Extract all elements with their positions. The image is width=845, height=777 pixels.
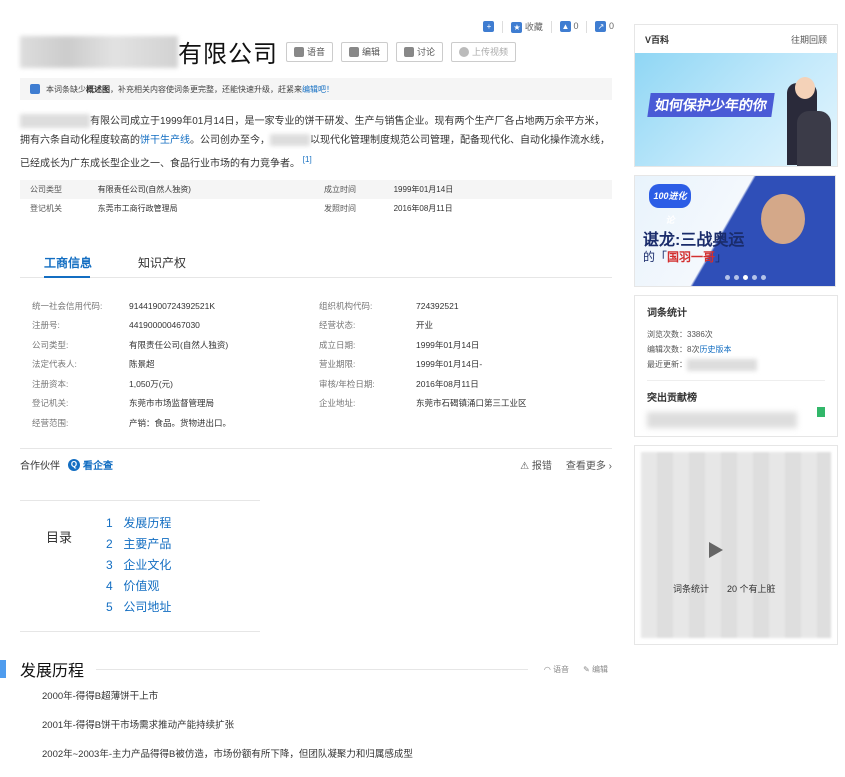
divider bbox=[96, 668, 528, 670]
divider bbox=[586, 20, 588, 33]
collect-button[interactable]: ★ 收藏 bbox=[511, 20, 543, 33]
table-row: 登记机关: 东莞市市场监督管理局 企业地址: 东莞市石碣镇涌口第三工业区 bbox=[32, 398, 527, 409]
history-item: 2002年~2003年-主力产品得得B被仿造，市场份额有所下降，但团队凝聚力和归… bbox=[42, 749, 413, 760]
view-more-link[interactable]: 查看更多 › bbox=[566, 457, 612, 472]
tab-intellectual-property[interactable]: 知识产权 bbox=[138, 254, 186, 271]
headphone-icon bbox=[294, 46, 304, 57]
contrib-title: 突出贡献榜 bbox=[647, 393, 697, 404]
history-item: 2000年-得得B超薄饼干上市 bbox=[42, 691, 159, 702]
play-icon bbox=[709, 542, 723, 558]
biscuit-line-link[interactable]: 饼干生产线 bbox=[140, 135, 190, 146]
like-button[interactable]: ▲ 0 bbox=[559, 21, 578, 32]
qichacha-link[interactable]: Q 看企查 bbox=[68, 457, 113, 472]
table-row: 统一社会信用代码: 91441900724392521K 组织机构代码: 724392… bbox=[32, 300, 459, 311]
redacted-company-name bbox=[20, 35, 178, 68]
basic-info-row: 登记机关 东莞市工商行政管理局 发照时间 2016年08月11日 bbox=[30, 204, 453, 213]
basic-info-table: 公司类型 有限责任公司(自然人独资) 成立时间 1999年01月14日 登记机关 东莞… bbox=[20, 180, 612, 218]
redacted-text bbox=[687, 358, 757, 371]
section-title: 发展历程 bbox=[20, 663, 85, 680]
report-error-button[interactable]: ⚠ 报错 bbox=[520, 457, 552, 472]
carousel-dots[interactable] bbox=[725, 275, 766, 280]
toc-item[interactable]: 5 公司地址 bbox=[106, 597, 171, 618]
history-list: 2000年-得得B超薄饼干上市 2001年-得得B饼干市场需求推动产能持续扩张 … bbox=[42, 690, 413, 777]
summary-paragraph: 有限公司成立于1999年01月14日，是一家专业的饼干研发、生产与销售企业。现有… bbox=[20, 114, 610, 170]
plus-icon[interactable]: + bbox=[483, 21, 495, 32]
edit-notice-icon bbox=[30, 84, 40, 94]
stats-title: 词条统计 bbox=[647, 308, 687, 319]
title-row: 有限公司 语音 编辑 讨论 上传视频 bbox=[20, 34, 517, 69]
table-row: 注册号: 441900000467030 经营状态: 开业 bbox=[32, 320, 434, 331]
sidebar: V百科 往期回顾 如何保护少年的你 100进化论 谌龙:三战奥运 的「国羽一哥」… bbox=[634, 24, 838, 645]
info-tabs: 工商信息 知识产权 bbox=[20, 244, 612, 278]
person-figure bbox=[797, 111, 831, 166]
toc-item[interactable]: 3 企业文化 bbox=[106, 555, 171, 576]
table-row: 经营范围: 产销：食品。货物进出口。 bbox=[32, 417, 232, 428]
table-of-contents: 目录 1 发展历程 2 主要产品 3 企业文化 4 价值观 5 公司地址 bbox=[20, 500, 260, 632]
main-content: + ★ 收藏 ▲ 0 ↗ 0 有限公司 语音 编辑 讨论 上传视频 本词条缺少概… bbox=[0, 0, 620, 776]
table-row: 法定代表人: 陈景超 营业期限: 1999年01月14日- bbox=[32, 359, 483, 370]
vbaike-title: V百科 bbox=[645, 34, 670, 45]
share-button[interactable]: ↗ 0 bbox=[595, 21, 614, 32]
video-banner-1[interactable]: 如何保护少年的你 bbox=[635, 53, 837, 166]
divider bbox=[502, 20, 504, 33]
toc-items: 1 发展历程 2 主要产品 3 企业文化 4 价值观 5 公司地址 bbox=[106, 513, 171, 618]
pencil-icon bbox=[349, 46, 360, 57]
section-edit-button[interactable]: ✎ 编辑 bbox=[583, 664, 608, 675]
redacted-text bbox=[647, 412, 797, 428]
album-card[interactable]: 词条统计 20 个有上脏 bbox=[634, 445, 838, 645]
table-row: 公司类型: 有限责任公司(自然人独资) 成立日期: 1999年01月14日 bbox=[32, 339, 480, 350]
star-icon: ★ bbox=[511, 22, 523, 33]
edit-button[interactable]: 编辑 bbox=[341, 41, 389, 62]
chat-icon bbox=[404, 46, 415, 57]
contrib-badge-icon bbox=[817, 407, 825, 417]
active-tab-indicator bbox=[44, 276, 90, 278]
discuss-button[interactable]: 讨论 bbox=[396, 41, 444, 62]
reference-link[interactable]: [1] bbox=[303, 155, 312, 164]
partner-bar: 合作伙伴 Q 看企查 ⚠ 报错 查看更多 › bbox=[20, 448, 612, 480]
person-face bbox=[795, 77, 815, 99]
history-item: 2001年-得得B饼干市场需求推动产能持续扩张 bbox=[42, 720, 235, 731]
thumb-up-icon: ▲ bbox=[559, 21, 571, 32]
page-title: 有限公司 bbox=[178, 41, 278, 68]
toc-item[interactable]: 2 主要产品 bbox=[106, 534, 171, 555]
basic-info-row: 公司类型 有限责任公司(自然人独资) 成立时间 1999年01月14日 bbox=[20, 180, 612, 199]
toc-item[interactable]: 4 价值观 bbox=[106, 576, 171, 597]
tab-business-info[interactable]: 工商信息 bbox=[44, 254, 92, 271]
top-action-bar: + ★ 收藏 ▲ 0 ↗ 0 bbox=[483, 20, 614, 33]
business-info-table: 统一社会信用代码: 91441900724392521K 组织机构代码: 724392… bbox=[32, 296, 612, 433]
divider bbox=[550, 20, 552, 33]
edit-link[interactable]: 编辑吧！ bbox=[302, 85, 334, 94]
share-icon: ↗ bbox=[595, 21, 607, 32]
redacted-text bbox=[20, 114, 90, 129]
section-header: 发展历程 ◠ 语音 ✎ 编辑 bbox=[0, 658, 614, 680]
plus-circle-icon bbox=[459, 46, 470, 57]
upload-video-button[interactable]: 上传视频 bbox=[451, 41, 517, 62]
notice-bar: 本词条缺少概述图，补充相关内容使词条更完整，还能快速升级，赶紧来编辑吧！ bbox=[20, 78, 612, 100]
program-logo: 100进化论 bbox=[649, 184, 691, 225]
video-banner-2[interactable]: 100进化论 谌龙:三战奥运 的「国羽一哥」 bbox=[634, 175, 836, 287]
section-marker bbox=[0, 660, 6, 678]
audio-button[interactable]: 语音 bbox=[286, 41, 334, 62]
vbaike-card: V百科 往期回顾 如何保护少年的你 bbox=[634, 24, 838, 167]
entry-stats-card: 词条统计 浏览次数：3386次 编辑次数：8次历史版本 最近更新： 突出贡献榜 bbox=[634, 295, 838, 437]
redacted-image bbox=[641, 452, 831, 638]
past-issues-link[interactable]: 往期回顾 bbox=[791, 33, 827, 46]
toc-item[interactable]: 1 发展历程 bbox=[106, 513, 171, 534]
redacted-text bbox=[270, 134, 310, 147]
athlete-photo bbox=[761, 194, 805, 244]
toc-label: 目录 bbox=[46, 530, 73, 545]
section-audio-button[interactable]: ◠ 语音 bbox=[544, 664, 569, 675]
qichacha-logo-icon: Q bbox=[68, 458, 80, 471]
table-row: 注册资本: 1,050万(元) 审核/年检日期: 2016年08月11日 bbox=[32, 378, 479, 389]
history-version-link[interactable]: 历史版本 bbox=[699, 345, 731, 354]
